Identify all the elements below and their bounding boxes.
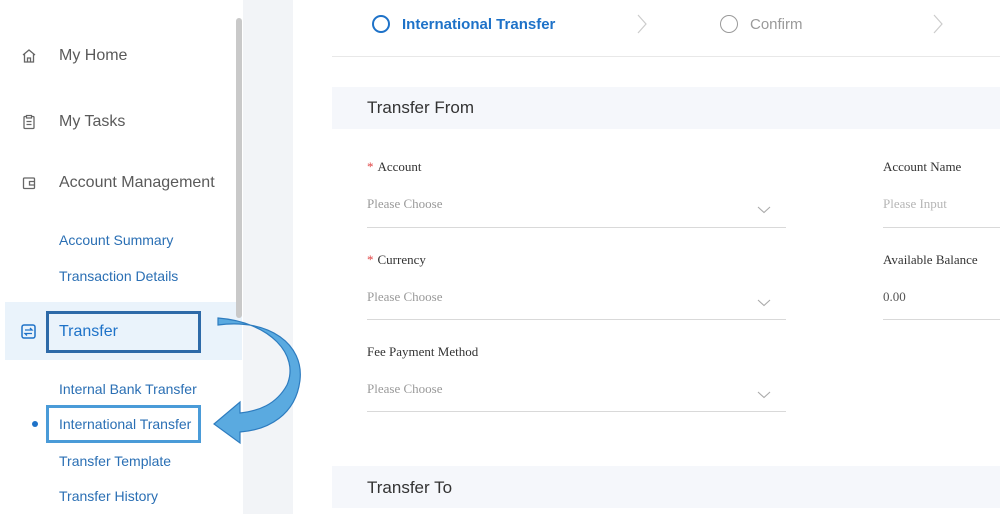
sidebar-item-label: Account Management (59, 174, 215, 191)
sidebar: My Home My Tasks Account Management Acco… (0, 0, 243, 514)
step-1-circle-icon (372, 15, 390, 33)
sidebar-item-label: My Home (59, 47, 128, 64)
wallet-icon (20, 174, 38, 192)
chevron-down-icon[interactable] (757, 386, 771, 404)
layout-gutter (243, 0, 293, 514)
section-title: Transfer To (367, 478, 453, 497)
transfer-icon (20, 323, 37, 345)
sidebar-subitem-international-transfer[interactable]: International Transfer (59, 416, 191, 432)
step-1-label: International Transfer (402, 16, 556, 33)
available-balance-value: 0.00 (883, 289, 906, 304)
fee-payment-method-label: Fee Payment Method (367, 344, 479, 359)
account-underline (367, 227, 786, 228)
account-label-text: Account (377, 159, 422, 174)
available-balance-label: Available Balance (883, 252, 978, 267)
currency-underline (367, 319, 786, 320)
currency-label-text: Currency (377, 252, 426, 267)
sidebar-item-label: My Tasks (59, 113, 126, 130)
required-mark: * (367, 159, 374, 174)
account-name-underline (883, 227, 1000, 228)
required-mark: * (367, 252, 374, 267)
sidebar-subitem-transfer-history[interactable]: Transfer History (59, 488, 158, 504)
sidebar-item-label: Transfer (59, 323, 118, 340)
sidebar-subitem-internal-bank-transfer[interactable]: Internal Bank Transfer (59, 381, 197, 397)
step-2-label: Confirm (750, 16, 803, 33)
account-name-input[interactable]: Please Input (883, 196, 947, 212)
currency-select[interactable]: Please Choose (367, 289, 442, 305)
sidebar-subitem-account-summary[interactable]: Account Summary (59, 232, 173, 248)
account-select[interactable]: Please Choose (367, 196, 442, 212)
chevron-down-icon[interactable] (757, 201, 771, 219)
sidebar-subitem-transaction-details[interactable]: Transaction Details (59, 268, 178, 284)
chevron-right-icon (932, 13, 944, 40)
sidebar-subitem-transfer-template[interactable]: Transfer Template (59, 453, 171, 469)
sidebar-scrollbar[interactable] (236, 18, 242, 318)
available-balance-underline (883, 319, 1000, 320)
chevron-down-icon[interactable] (757, 294, 771, 312)
section-title: Transfer From (367, 98, 475, 117)
account-label: * Account (367, 159, 422, 175)
chevron-right-icon (636, 13, 648, 40)
fee-payment-method-select[interactable]: Please Choose (367, 381, 442, 397)
active-indicator (32, 421, 38, 427)
fee-payment-method-underline (367, 411, 786, 412)
home-icon (20, 47, 38, 65)
step-2-circle-icon (720, 15, 738, 33)
clipboard-icon (20, 113, 38, 131)
account-name-label: Account Name (883, 159, 962, 174)
currency-label: * Currency (367, 252, 426, 268)
